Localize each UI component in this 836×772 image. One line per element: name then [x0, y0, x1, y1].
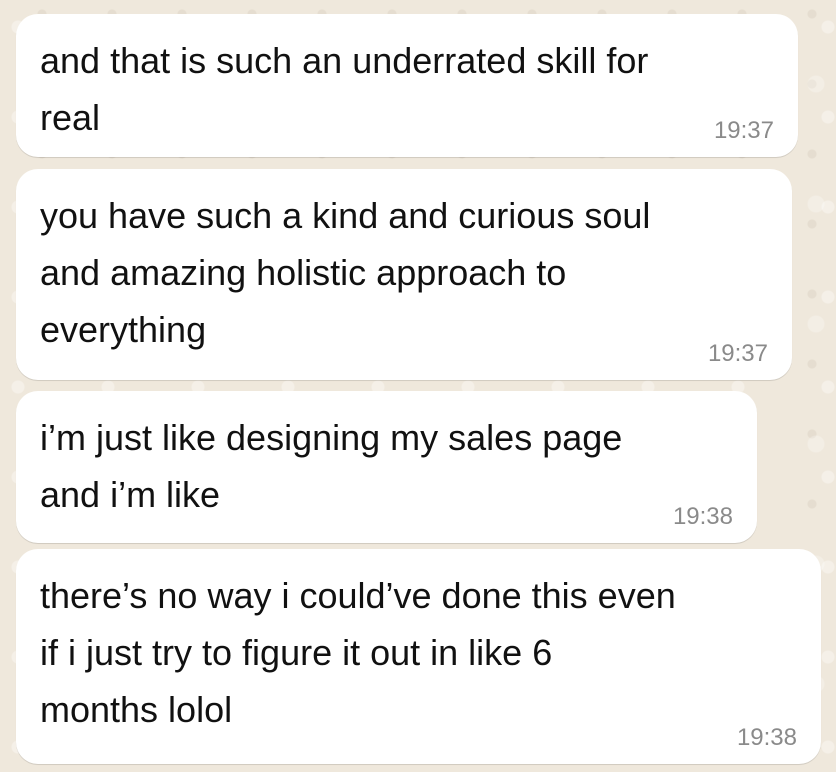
chat-message-list[interactable]: and that is such an underrated skill for… — [0, 0, 836, 772]
message-timestamp: 19:38 — [736, 724, 797, 751]
message-text: there’s no way i could’ve done this even… — [40, 575, 676, 730]
message-timestamp: 19:37 — [707, 340, 768, 367]
incoming-message-bubble[interactable]: you have such a kind and curious soul an… — [16, 169, 792, 380]
incoming-message-bubble[interactable]: i’m just like designing my sales page an… — [16, 391, 757, 543]
message-timestamp: 19:37 — [713, 117, 774, 144]
message-text: and that is such an underrated skill for… — [40, 40, 649, 138]
incoming-message-bubble[interactable]: and that is such an underrated skill for… — [16, 14, 798, 157]
incoming-message-bubble[interactable]: there’s no way i could’ve done this even… — [16, 549, 821, 764]
message-text: i’m just like designing my sales page an… — [40, 417, 623, 515]
message-timestamp: 19:38 — [672, 503, 733, 530]
message-text: you have such a kind and curious soul an… — [40, 195, 651, 350]
